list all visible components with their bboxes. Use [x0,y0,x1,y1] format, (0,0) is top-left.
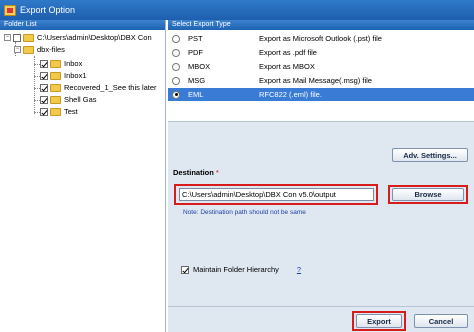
radio-button[interactable] [172,48,180,57]
adv-settings-button[interactable]: Adv. Settings... [392,148,468,162]
export-type-header: Select Export Type [168,20,474,30]
folder-icon [23,45,34,54]
collapse-icon[interactable]: − [4,34,11,41]
tree-item-label: Test [64,107,78,116]
item-checkbox[interactable] [40,59,48,68]
export-button[interactable]: Export [356,314,402,328]
tree-item-label: Shell Gas [64,95,97,104]
export-type-pdf[interactable]: PDF Export as .pdf file [168,46,474,59]
app-icon [4,4,16,16]
tree-child-label: dbx-files [37,45,65,54]
export-type-list: PST Export as Microsoft Outlook (.pst) f… [168,30,474,122]
radio-button[interactable] [172,34,180,43]
destination-path-input[interactable]: C:\Users\admin\Desktop\DBX Con v5.0\outp… [179,188,374,201]
tree-item-test[interactable]: Test [40,106,78,117]
item-checkbox[interactable] [40,83,48,92]
maintain-hierarchy-option[interactable]: Maintain Folder Hierarchy ? [181,265,301,274]
tree-item-shell-gas[interactable]: Shell Gas [40,94,97,105]
help-link[interactable]: ? [297,265,301,274]
maintain-hierarchy-label: Maintain Folder Hierarchy [193,265,279,274]
browse-button[interactable]: Browse [392,188,464,201]
item-checkbox[interactable] [40,95,48,104]
radio-button[interactable] [172,76,180,85]
title-bar: Export Option [0,0,474,20]
export-type-pst[interactable]: PST Export as Microsoft Outlook (.pst) f… [168,32,474,45]
dialog-footer: Export Cancel [168,306,474,332]
collapse-icon[interactable]: − [14,46,21,53]
tree-item-recovered[interactable]: Recovered_1_See this later [40,82,157,93]
destination-note: Note: Destination path should not be sam… [183,209,306,216]
window-title: Export Option [20,5,76,15]
cancel-button[interactable]: Cancel [414,314,468,328]
export-type-eml[interactable]: EML RFC822 (.eml) file. [168,88,474,101]
folder-icon [50,59,61,68]
folder-icon [50,107,61,116]
radio-button[interactable] [172,90,180,99]
tree-child-row[interactable]: − dbx-files [14,44,65,55]
folder-icon [50,83,61,92]
destination-label: Destination * [173,168,219,177]
tree-item-label: Recovered_1_See this later [64,83,157,92]
folder-list-header: Folder List [0,20,165,30]
tree-root-row[interactable]: − C:\Users\admin\Desktop\DBX Con [4,32,152,43]
export-type-msg[interactable]: MSG Export as Mail Message(.msg) file [168,74,474,87]
folder-icon [50,95,61,104]
radio-button[interactable] [172,62,180,71]
export-type-mbox[interactable]: MBOX Export as MBOX [168,60,474,73]
folder-icon [23,33,34,42]
tree-item-inbox1[interactable]: Inbox1 [40,70,87,81]
maintain-hierarchy-checkbox[interactable] [181,265,189,274]
root-checkbox[interactable] [13,33,21,42]
item-checkbox[interactable] [40,107,48,116]
item-checkbox[interactable] [40,71,48,80]
tree-item-label: Inbox [64,59,83,68]
folder-icon [50,71,61,80]
folder-list-panel: Folder List − C:\Users\admin\Desktop\DBX… [0,20,166,332]
tree-root-label: C:\Users\admin\Desktop\DBX Con [37,33,152,42]
tree-item-label: Inbox1 [64,71,87,80]
export-options-panel: Select Export Type PST Export as Microso… [168,20,474,332]
tree-item-inbox[interactable]: Inbox [40,58,82,69]
